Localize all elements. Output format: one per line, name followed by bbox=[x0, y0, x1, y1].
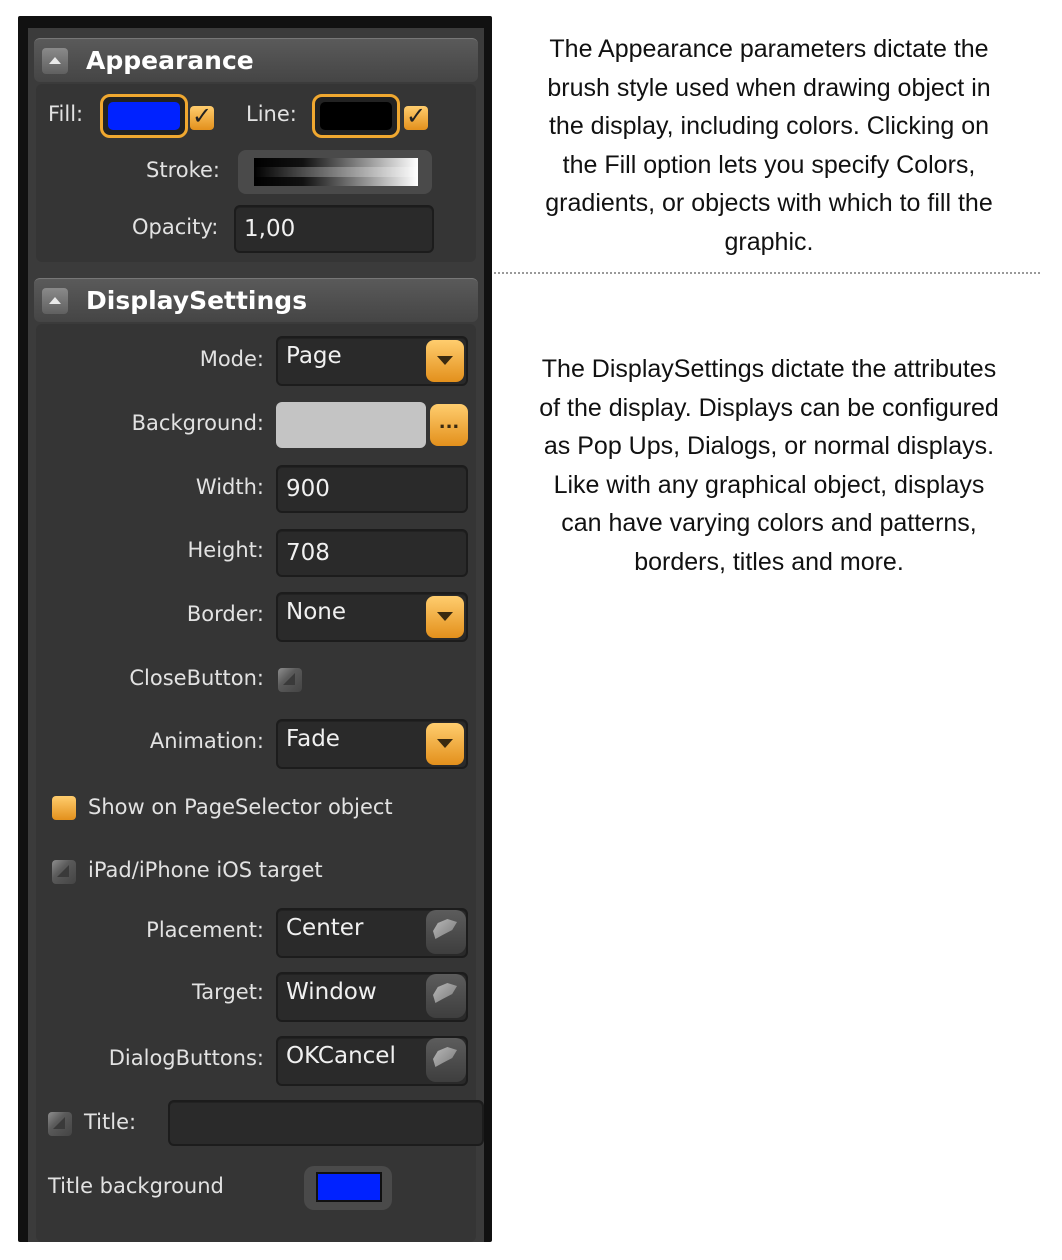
displaysettings-description-line: can have varying colors and patterns, bbox=[561, 509, 977, 537]
border-dropdown-icon[interactable] bbox=[426, 596, 464, 638]
displaysettings-description-line: as Pop Ups, Dialogs, or normal displays. bbox=[543, 432, 995, 460]
line-color-swatch[interactable] bbox=[312, 94, 400, 138]
title-input[interactable] bbox=[168, 1100, 484, 1146]
line-color bbox=[320, 102, 392, 130]
height-label: Height: bbox=[187, 538, 265, 562]
collapse-icon[interactable] bbox=[42, 48, 68, 74]
displaysettings-description-line: borders, titles and more. bbox=[634, 547, 904, 576]
show-on-pageselector-checkbox[interactable] bbox=[52, 796, 76, 820]
title-background-label: Title background bbox=[48, 1174, 224, 1198]
mode-dropdown-icon[interactable] bbox=[426, 340, 464, 382]
opacity-label: Opacity: bbox=[132, 215, 219, 239]
fill-checkbox[interactable]: ✓ bbox=[190, 102, 214, 130]
show-on-pageselector-label: Show on PageSelector object bbox=[88, 795, 393, 819]
placement-label: Placement: bbox=[146, 918, 264, 942]
appearance-description-line: graphic. bbox=[724, 227, 814, 256]
line-label: Line: bbox=[246, 102, 297, 126]
fill-color-swatch[interactable] bbox=[100, 94, 188, 138]
background-color-swatch[interactable] bbox=[276, 402, 426, 448]
animation-value: Fade bbox=[286, 726, 340, 752]
title-label: Title: bbox=[84, 1110, 137, 1134]
appearance-header[interactable]: Appearance bbox=[34, 38, 478, 82]
appearance-description-line: the display, including colors. Clicking … bbox=[548, 112, 990, 140]
stroke-picker[interactable] bbox=[238, 150, 432, 194]
animation-label: Animation: bbox=[149, 729, 264, 753]
title-background-color bbox=[316, 1172, 382, 1202]
collapse-icon[interactable] bbox=[42, 288, 68, 314]
stroke-label: Stroke: bbox=[146, 158, 220, 182]
target-label: Target: bbox=[191, 980, 264, 1004]
fill-color bbox=[108, 102, 180, 130]
displaysettings-description-line: Like with any graphical object, displays bbox=[553, 470, 985, 499]
title-background-swatch[interactable] bbox=[304, 1166, 392, 1210]
background-ellipsis-button[interactable]: ... bbox=[430, 404, 468, 446]
opacity-input[interactable] bbox=[234, 205, 434, 253]
width-input[interactable] bbox=[276, 465, 468, 513]
displaysettings-description-line: of the display. Displays can be configur… bbox=[539, 393, 999, 422]
appearance-description: The Appearance parameters dictate the br… bbox=[496, 30, 1042, 261]
border-label: Border: bbox=[186, 602, 264, 626]
dialogbuttons-dropdown-icon[interactable] bbox=[426, 1038, 466, 1082]
dialogbuttons-value: OKCancel bbox=[286, 1043, 396, 1069]
closebutton-checkbox[interactable] bbox=[278, 668, 302, 692]
check-icon: ✓ bbox=[406, 102, 427, 130]
placement-value: Center bbox=[286, 915, 364, 941]
dialogbuttons-label: DialogButtons: bbox=[108, 1046, 264, 1070]
border-value: None bbox=[286, 599, 347, 625]
fill-label: Fill: bbox=[48, 102, 84, 126]
displaysettings-title: DisplaySettings bbox=[86, 286, 308, 315]
target-dropdown-icon[interactable] bbox=[426, 974, 466, 1018]
section-divider bbox=[494, 272, 1040, 274]
displaysettings-description: The DisplaySettings dictate the attribut… bbox=[496, 350, 1042, 581]
title-checkbox[interactable] bbox=[48, 1112, 72, 1136]
mode-label: Mode: bbox=[199, 347, 264, 371]
ios-target-checkbox[interactable] bbox=[52, 860, 76, 884]
line-checkbox[interactable]: ✓ bbox=[404, 102, 428, 130]
ios-target-label: iPad/iPhone iOS target bbox=[88, 858, 323, 882]
height-input[interactable] bbox=[276, 529, 468, 577]
appearance-description-line: The Appearance parameters dictate the bbox=[549, 35, 989, 63]
mode-value: Page bbox=[286, 343, 342, 369]
background-label: Background: bbox=[131, 411, 264, 435]
placement-dropdown-icon[interactable] bbox=[426, 910, 466, 954]
appearance-title: Appearance bbox=[86, 46, 254, 75]
stroke-gradient bbox=[254, 158, 418, 186]
target-value: Window bbox=[286, 979, 377, 1005]
displaysettings-description-line: The DisplaySettings dictate the attribut… bbox=[541, 355, 997, 383]
width-label: Width: bbox=[195, 475, 264, 499]
closebutton-label: CloseButton: bbox=[129, 666, 264, 690]
displaysettings-header[interactable]: DisplaySettings bbox=[34, 278, 478, 322]
animation-dropdown-icon[interactable] bbox=[426, 723, 464, 765]
appearance-description-line: the Fill option lets you specify Colors, bbox=[562, 150, 976, 179]
check-icon: ✓ bbox=[192, 102, 213, 130]
appearance-description-line: gradients, or objects with which to fill… bbox=[545, 189, 993, 217]
appearance-description-line: brush style used when drawing object in bbox=[547, 73, 991, 102]
